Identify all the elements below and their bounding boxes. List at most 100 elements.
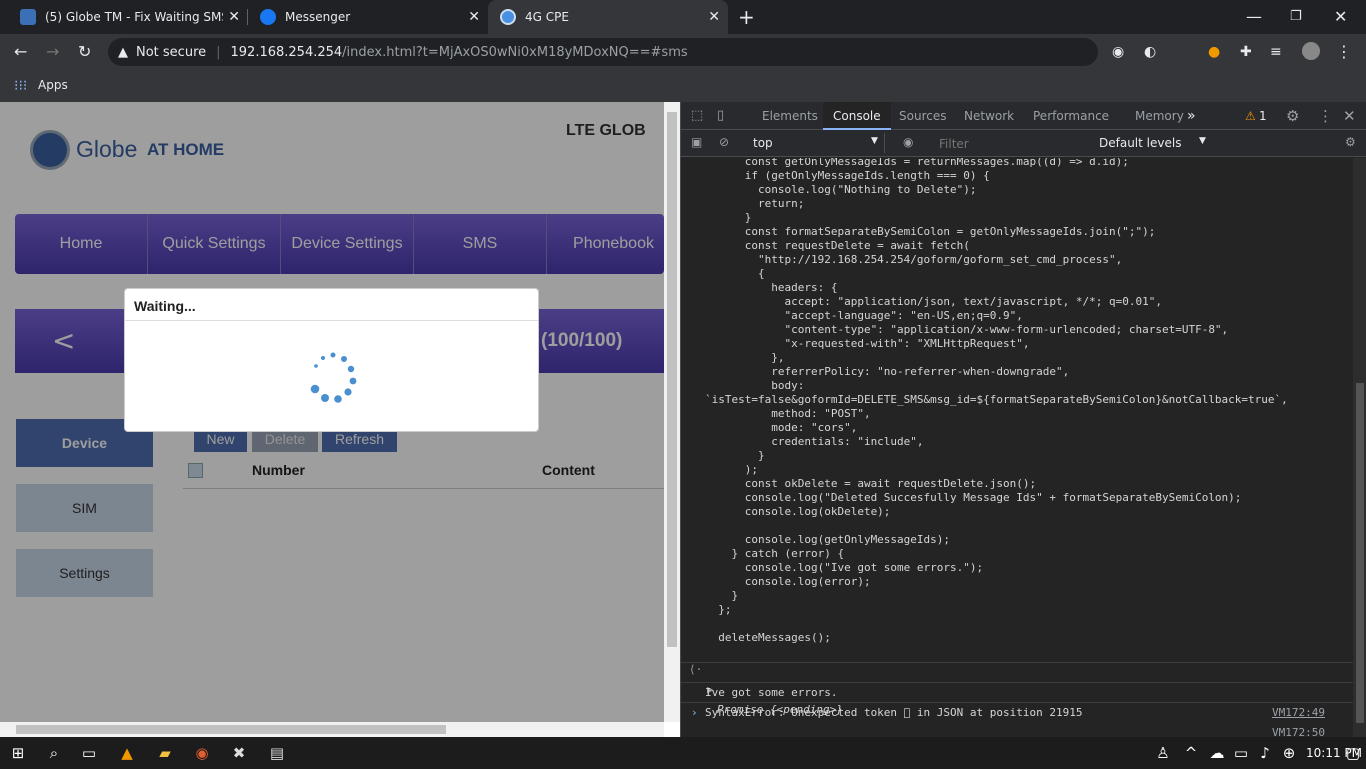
reload-icon[interactable]: ↻ (78, 44, 91, 60)
chevron-up-icon[interactable]: ^ (1182, 744, 1200, 762)
tab-elements[interactable]: Elements (751, 102, 829, 130)
back-icon[interactable]: ← (14, 44, 27, 60)
code-line: method: "POST", (705, 407, 871, 420)
kebab-menu-icon[interactable]: ⋮ (1318, 107, 1333, 125)
console-settings-icon[interactable]: ⚙ (1345, 135, 1356, 149)
warning-icon: ⚠ (1245, 109, 1256, 123)
source-link[interactable]: VM172:50 (1272, 723, 1325, 737)
code-line: const okDelete = await requestDelete.jso… (705, 477, 1037, 490)
tab-memory[interactable]: Memory (1125, 102, 1194, 130)
code-line: console.log("Deleted Succesfully Message… (705, 491, 1242, 504)
network-globe-icon[interactable]: ⊕ (1280, 744, 1298, 762)
console-output: const getOnlyMessageIds = returnMessages… (681, 158, 1366, 737)
context-select[interactable]: top ▼ (745, 133, 885, 153)
device-toolbar-icon[interactable]: ▯ (717, 108, 724, 123)
code-line: console.log("Nothing to Delete"); (705, 183, 977, 196)
search-icon[interactable]: ⌕ (45, 744, 63, 762)
eye-icon[interactable]: ◉ (903, 135, 913, 149)
avatar[interactable] (1302, 42, 1320, 60)
battery-icon[interactable]: ▭ (1232, 744, 1250, 762)
tab-performance[interactable]: Performance (1023, 102, 1119, 130)
menu-kebab-icon[interactable]: ⋮ (1336, 44, 1352, 60)
extension-icon[interactable]: ● (1208, 44, 1220, 60)
waiting-dialog: Waiting... (124, 288, 539, 432)
devtools-tabs: ⬚ ▯ Elements Console Sources Network Per… (681, 102, 1366, 130)
settings-gear-icon[interactable]: ⚙ (1286, 107, 1299, 125)
console-toolbar: ▣ ⊘ top ▼ ◉ Default levels ▼ ⚙ (681, 130, 1366, 157)
minimize-icon[interactable]: — (1246, 9, 1262, 25)
code-line: } catch (error) { (705, 547, 845, 560)
dialog-title: Waiting... (125, 289, 538, 321)
bookmarks-bar: ⁝⁝⁝ Apps (0, 70, 1366, 102)
horizontal-scrollbar[interactable] (0, 722, 664, 737)
close-window-icon[interactable]: ✕ (1334, 9, 1347, 25)
levels-select[interactable]: Default levels (1099, 136, 1181, 150)
restore-icon[interactable]: ❐ (1290, 9, 1302, 25)
code-line: headers: { (705, 281, 838, 294)
messenger-favicon-icon (260, 9, 276, 25)
notification-icon[interactable]: ▢ (1344, 744, 1362, 762)
code-line: } (705, 449, 765, 462)
code-line: console.log(okDelete); (705, 505, 891, 518)
code-line: const getOnlyMessageIds = returnMessages… (705, 158, 1129, 168)
new-tab-button[interactable]: + (738, 0, 758, 34)
console-scrollbar[interactable] (1353, 158, 1366, 737)
security-label: Not secure (136, 44, 207, 60)
code-line: const requestDelete = await fetch( (705, 239, 970, 252)
tab-sources[interactable]: Sources (889, 102, 956, 130)
loading-spinner-icon (310, 352, 357, 403)
chrome-icon[interactable]: ◉ (193, 744, 211, 762)
code-line: credentials: "include", (705, 435, 924, 448)
tab-4g-cpe[interactable]: 4G CPE ✕ (488, 0, 728, 34)
tab-console[interactable]: Console (823, 102, 891, 130)
sidebar-toggle-icon[interactable]: ▣ (691, 135, 702, 149)
log-row: Ive got some errors. VM172:49 (681, 662, 1366, 719)
vertical-scrollbar[interactable] (664, 102, 680, 722)
filter-input[interactable] (933, 134, 1083, 154)
code-line: "accept-language": "en-US,en;q=0.9", (705, 309, 1023, 322)
media-icon[interactable]: ≡ (1270, 44, 1282, 60)
code-line: console.log(getOnlyMessageIds); (705, 533, 951, 546)
close-tab-icon[interactable]: ✕ (708, 9, 720, 25)
forward-icon[interactable]: → (46, 44, 59, 60)
onedrive-icon[interactable]: ☁ (1208, 744, 1226, 762)
close-tab-icon[interactable]: ✕ (228, 9, 240, 25)
clear-console-icon[interactable]: ⊘ (719, 135, 729, 149)
tab-messenger[interactable]: Messenger ✕ (248, 0, 488, 34)
promise-result: ⟨· ▶ Promise {<pending>} (689, 663, 843, 716)
console-prompt[interactable]: › (681, 702, 1366, 722)
puzzle-icon[interactable]: ✚ (1240, 44, 1252, 60)
address-bar[interactable]: ▲ Not secure | 192.168.254.254 /index.ht… (108, 38, 1098, 66)
error-row: SyntaxError: Unexpected token   in JSON … (681, 682, 1366, 737)
volume-icon[interactable]: ♪ (1256, 744, 1274, 762)
tab-title: (5) Globe TM - Fix Waiting SMS S (45, 10, 223, 24)
vlc-icon[interactable]: ▲ (118, 744, 136, 762)
task-view-icon[interactable]: ▭ (80, 744, 98, 762)
apps-grid-icon: ⁝⁝⁝ (14, 78, 28, 94)
code-line: console.log(error); (705, 575, 871, 588)
extension-icon[interactable]: ◉ (1112, 44, 1124, 60)
notepad-icon[interactable]: ▤ (268, 744, 286, 762)
code-line: } (705, 589, 739, 602)
router-page: Globe AT HOME LTE GLOB Home Quick Settin… (0, 102, 680, 737)
tab-network[interactable]: Network (954, 102, 1024, 130)
windows-start-icon[interactable]: ⊞ (9, 744, 27, 762)
file-explorer-icon[interactable]: ▰ (156, 744, 174, 762)
excel-icon[interactable]: ✖ (230, 744, 248, 762)
url-path: /index.html?t=MjAxOS0wNi0xM18yMDoxNQ==#s… (342, 44, 688, 60)
devtools-panel: ⬚ ▯ Elements Console Sources Network Per… (680, 102, 1366, 737)
code-line: body: (705, 379, 805, 392)
code-line: if (getOnlyMessageIds.length === 0) { (705, 169, 990, 182)
code-line: const formatSeparateBySemiColon = getOnl… (705, 225, 1156, 238)
apps-bookmark[interactable]: Apps (38, 78, 68, 92)
inspect-icon[interactable]: ⬚ (691, 108, 703, 123)
more-tabs-icon[interactable]: » (1187, 102, 1196, 130)
close-devtools-icon[interactable]: ✕ (1343, 107, 1356, 125)
extension-icon[interactable]: ◐ (1144, 44, 1156, 60)
tab-globe-tm[interactable]: (5) Globe TM - Fix Waiting SMS S ✕ (8, 0, 248, 34)
warning-count[interactable]: 1 (1259, 109, 1267, 123)
people-icon[interactable]: ♙ (1154, 744, 1172, 762)
close-tab-icon[interactable]: ✕ (468, 9, 480, 25)
code-line: referrerPolicy: "no-referrer-when-downgr… (705, 365, 1070, 378)
code-line: accept: "application/json, text/javascri… (705, 295, 1162, 308)
